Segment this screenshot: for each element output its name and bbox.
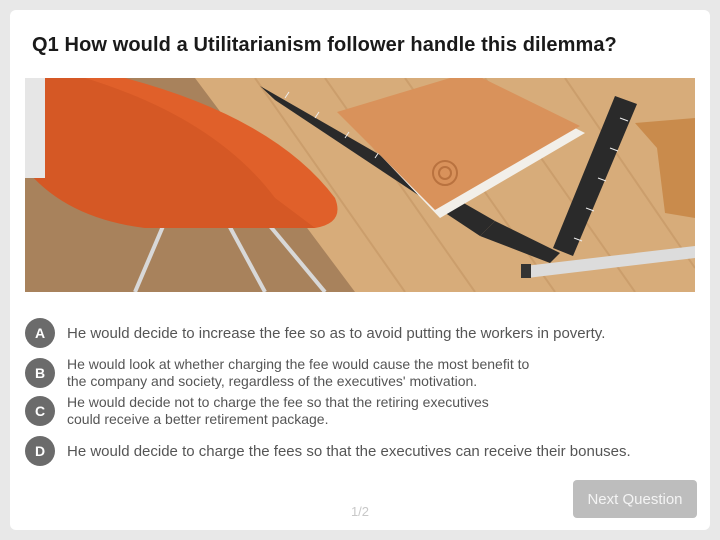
desk-photo-icon xyxy=(25,78,695,292)
option-letter-badge: A xyxy=(25,318,55,348)
option-letter-badge: C xyxy=(25,396,55,426)
question-title: Q1 How would a Utilitarianism follower h… xyxy=(32,34,617,56)
answer-text: He would decide to charge the fees so th… xyxy=(67,442,631,460)
answer-option-c[interactable]: C He would decide not to charge the fee … xyxy=(25,394,489,428)
option-letter-badge: B xyxy=(25,358,55,388)
quiz-card: Q1 How would a Utilitarianism follower h… xyxy=(10,10,710,530)
answer-text: He would decide to increase the fee so a… xyxy=(67,324,606,342)
answer-option-b[interactable]: B He would look at whether charging the … xyxy=(25,356,529,390)
question-image xyxy=(25,78,695,292)
next-question-button[interactable]: Next Question xyxy=(573,480,697,518)
answer-option-a[interactable]: A He would decide to increase the fee so… xyxy=(25,318,605,348)
answer-text: He would look at whether charging the fe… xyxy=(67,356,530,389)
option-letter-badge: D xyxy=(25,436,55,466)
answer-option-d[interactable]: D He would decide to charge the fees so … xyxy=(25,436,631,466)
answer-text: He would decide not to charge the fee so… xyxy=(67,394,489,427)
